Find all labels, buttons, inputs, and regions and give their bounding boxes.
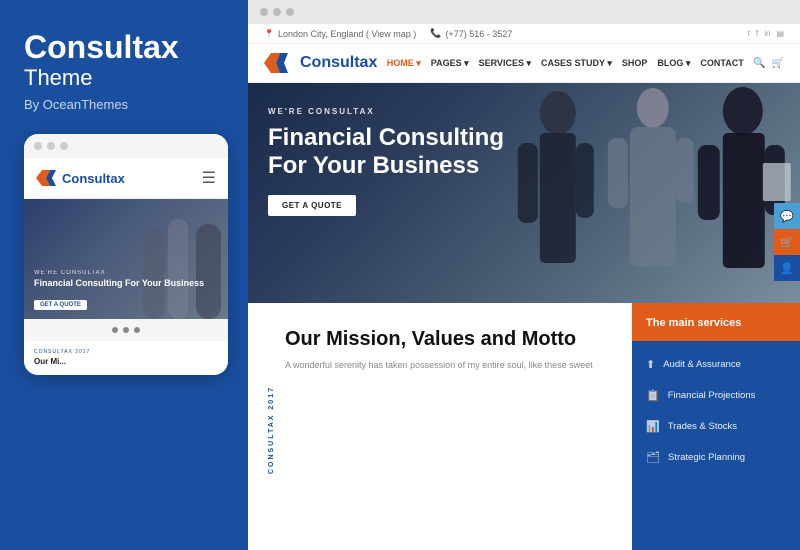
chrome-dot-1 <box>34 142 42 150</box>
chrome-dot-2 <box>47 142 55 150</box>
dot-3 <box>134 327 140 333</box>
audit-icon: ⬆ <box>646 358 655 371</box>
user-icon: 👤 <box>780 262 794 275</box>
financial-icon: 📋 <box>646 389 660 402</box>
theme-title: Consultax Theme By OceanThemes <box>24 30 224 134</box>
nav-shop[interactable]: SHOP <box>622 58 648 68</box>
floating-buttons: 💬 🛒 👤 <box>774 203 800 281</box>
mission-rotated-label: CONSULTAX 2017 <box>268 386 275 474</box>
rss-icon[interactable]: ▤ <box>776 29 784 38</box>
cart-float-icon: 🛒 <box>780 236 794 249</box>
left-panel: Consultax Theme By OceanThemes Consultax… <box>0 0 248 550</box>
mobile-mockup: Consultax ☰ WE'RE CONSULTAX Financial Co… <box>24 134 228 375</box>
dot-2 <box>123 327 129 333</box>
services-header: The main services <box>632 303 800 341</box>
chat-float-button[interactable]: 💬 <box>774 203 800 229</box>
mission-text-block: Our Mission, Values and Motto A wonderfu… <box>285 327 593 373</box>
nav-links: HOME ▾ PAGES ▾ SERVICES ▾ CASES STUDY ▾ … <box>387 58 744 69</box>
twitter-icon[interactable]: t <box>748 29 750 38</box>
topbar-location: 📍 London City, England ( View map ) 📞 (+… <box>264 28 512 39</box>
mockup-logo-icon <box>36 168 56 188</box>
nav-services[interactable]: SERVICES ▾ <box>479 58 531 69</box>
chrome-dot-3 <box>60 142 68 150</box>
service-audit[interactable]: ⬆ Audit & Assurance <box>632 349 800 380</box>
nav-blog[interactable]: BLOG ▾ <box>657 58 690 69</box>
nav-cases-study[interactable]: CASES STUDY ▾ <box>541 58 612 69</box>
mockup-nav: Consultax ☰ <box>24 158 228 199</box>
mockup-logo: Consultax <box>36 168 125 188</box>
phone-icon: 📞 <box>430 28 441 39</box>
nav-contact[interactable]: CONTACT <box>700 58 743 68</box>
mockup-chrome <box>24 134 228 158</box>
dot-1 <box>112 327 118 333</box>
trades-icon: 📊 <box>646 420 660 433</box>
bottom-section: CONSULTAX 2017 Our Mission, Values and M… <box>248 303 800 550</box>
mockup-cta-button[interactable]: GET A QUOTE <box>34 300 87 310</box>
search-icon[interactable]: 🔍 <box>753 58 765 69</box>
services-list: ⬆ Audit & Assurance 📋 Financial Projecti… <box>632 341 800 550</box>
nav-home[interactable]: HOME ▾ <box>387 58 421 69</box>
services-panel: The main services ⬆ Audit & Assurance 📋 … <box>632 303 800 550</box>
cart-float-button[interactable]: 🛒 <box>774 229 800 255</box>
hamburger-icon[interactable]: ☰ <box>202 168 216 188</box>
right-panel: 📍 London City, England ( View map ) 📞 (+… <box>248 0 800 550</box>
service-financial[interactable]: 📋 Financial Projections <box>632 380 800 411</box>
social-links[interactable]: t f in ▤ <box>748 29 784 38</box>
service-strategic[interactable]: 🗂 Strategic Planning <box>632 442 800 473</box>
mockup-hero-overlay: WE'RE CONSULTAX Financial Consulting For… <box>24 262 214 319</box>
cart-icon[interactable]: 🛒 <box>772 58 784 69</box>
browser-dot-2 <box>273 8 281 16</box>
mission-section: CONSULTAX 2017 Our Mission, Values and M… <box>248 303 632 550</box>
mockup-indicator-dots <box>24 319 228 341</box>
strategic-icon: 🗂 <box>646 451 660 464</box>
hero-background: WE'RE CONSULTAX Financial Consulting For… <box>248 83 800 303</box>
nav-pages[interactable]: PAGES ▾ <box>431 58 469 69</box>
mockup-hero: WE'RE CONSULTAX Financial Consulting For… <box>24 199 228 319</box>
chat-icon: 💬 <box>780 210 794 223</box>
hero-cta-button[interactable]: GET A QUOTE <box>268 195 356 216</box>
browser-dot-1 <box>260 8 268 16</box>
hero-content: WE'RE CONSULTAX Financial Consulting For… <box>248 83 548 240</box>
linkedin-icon[interactable]: in <box>764 29 770 38</box>
browser-chrome <box>248 0 800 24</box>
site-logo: Consultax <box>264 52 377 74</box>
mockup-mission: CONSULTAX 2017 Our Mi... <box>24 341 228 375</box>
service-trades[interactable]: 📊 Trades & Stocks <box>632 411 800 442</box>
location-icon: 📍 <box>264 29 274 38</box>
nav-actions[interactable]: 🔍 🛒 <box>753 58 784 69</box>
site-topbar: 📍 London City, England ( View map ) 📞 (+… <box>248 24 800 44</box>
facebook-icon[interactable]: f <box>756 29 758 38</box>
user-float-button[interactable]: 👤 <box>774 255 800 281</box>
browser-dot-3 <box>286 8 294 16</box>
hero-section: WE'RE CONSULTAX Financial Consulting For… <box>248 83 800 303</box>
site-logo-icon <box>264 52 292 74</box>
site-nav: Consultax HOME ▾ PAGES ▾ SERVICES ▾ CASE… <box>248 44 800 83</box>
